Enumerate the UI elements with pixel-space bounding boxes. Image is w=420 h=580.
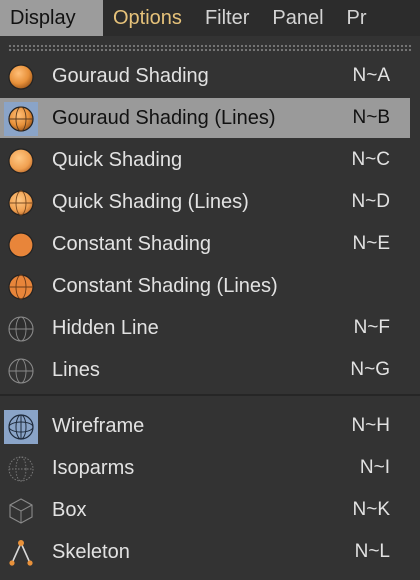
shortcut-label: N~L	[354, 541, 390, 562]
menu-display[interactable]: Display	[0, 0, 103, 36]
menu-pr[interactable]: Pr	[337, 0, 367, 36]
tear-off-handle[interactable]	[8, 44, 412, 52]
menu-item-quick-shading[interactable]: Quick Shading N~C	[0, 140, 410, 180]
menu-item-label: Constant Shading	[52, 232, 212, 255]
menu-item-quick-shading-lines[interactable]: Quick Shading (Lines) N~D	[0, 182, 410, 222]
menu-item-label: Gouraud Shading (Lines)	[52, 106, 276, 129]
menu-item-label: Box	[52, 498, 87, 521]
skeleton-icon	[4, 536, 38, 570]
wireframe-icon	[4, 410, 38, 444]
menu-item-lines[interactable]: Lines N~G	[0, 350, 410, 390]
hidden-line-icon	[4, 312, 38, 346]
menu-item-hidden-line[interactable]: Hidden Line N~F	[0, 308, 410, 348]
menu-item-constant-shading[interactable]: Constant Shading N~E	[0, 224, 410, 264]
shortcut-label: N~A	[352, 65, 391, 86]
menu-item-label: Lines	[52, 358, 100, 381]
shortcut-label: N~K	[352, 499, 391, 520]
constant-shading-lines-icon	[4, 270, 38, 304]
menu-item-label: Gouraud Shading	[52, 64, 209, 87]
menu-item-box[interactable]: Box N~K	[0, 490, 410, 530]
box-icon	[4, 494, 38, 528]
menu-bar: Display Options Filter Panel Pr	[0, 0, 420, 36]
menu-item-constant-shading-lines[interactable]: Constant Shading (Lines)	[0, 266, 410, 306]
menu-item-label: Quick Shading (Lines)	[52, 190, 249, 213]
menu-item-wireframe[interactable]: Wireframe N~H	[0, 406, 410, 446]
shortcut-label: N~H	[351, 415, 390, 436]
constant-shading-icon	[4, 228, 38, 262]
menu-item-isoparms[interactable]: Isoparms N~I	[0, 448, 410, 488]
shortcut-label: N~C	[351, 149, 390, 170]
menu-item-skeleton[interactable]: Skeleton N~L	[0, 532, 410, 572]
shortcut-label: N~D	[351, 191, 390, 212]
lines-icon	[4, 354, 38, 388]
menu-item-label: Hidden Line	[52, 316, 159, 339]
isoparms-icon	[4, 452, 38, 486]
quick-shading-icon	[4, 144, 38, 178]
menu-item-label: Quick Shading	[52, 148, 183, 171]
menu-item-label: Wireframe	[52, 414, 145, 437]
shortcut-label: N~E	[352, 233, 391, 254]
gouraud-shading-lines-icon	[4, 102, 38, 136]
menu-item-label: Isoparms	[52, 456, 135, 479]
menu-divider	[0, 394, 420, 396]
menu-item-gouraud-shading-lines[interactable]: Gouraud Shading (Lines) N~B	[0, 98, 410, 138]
menu-panel[interactable]: Panel	[262, 0, 336, 36]
shortcut-label: N~F	[353, 317, 390, 338]
menu-item-label: Skeleton	[52, 540, 130, 563]
shortcut-label: N~I	[359, 457, 390, 478]
menu-item-label: Constant Shading (Lines)	[52, 274, 278, 297]
gouraud-shading-icon	[4, 60, 38, 94]
menu-options[interactable]: Options	[103, 0, 195, 36]
shortcut-label: N~G	[350, 359, 390, 380]
display-dropdown-menu: Gouraud Shading N~A Gouraud Shading (Lin…	[0, 36, 420, 580]
menu-item-gouraud-shading[interactable]: Gouraud Shading N~A	[0, 56, 410, 96]
shortcut-label: N~B	[352, 107, 391, 128]
quick-shading-lines-icon	[4, 186, 38, 220]
menu-filter[interactable]: Filter	[195, 0, 262, 36]
